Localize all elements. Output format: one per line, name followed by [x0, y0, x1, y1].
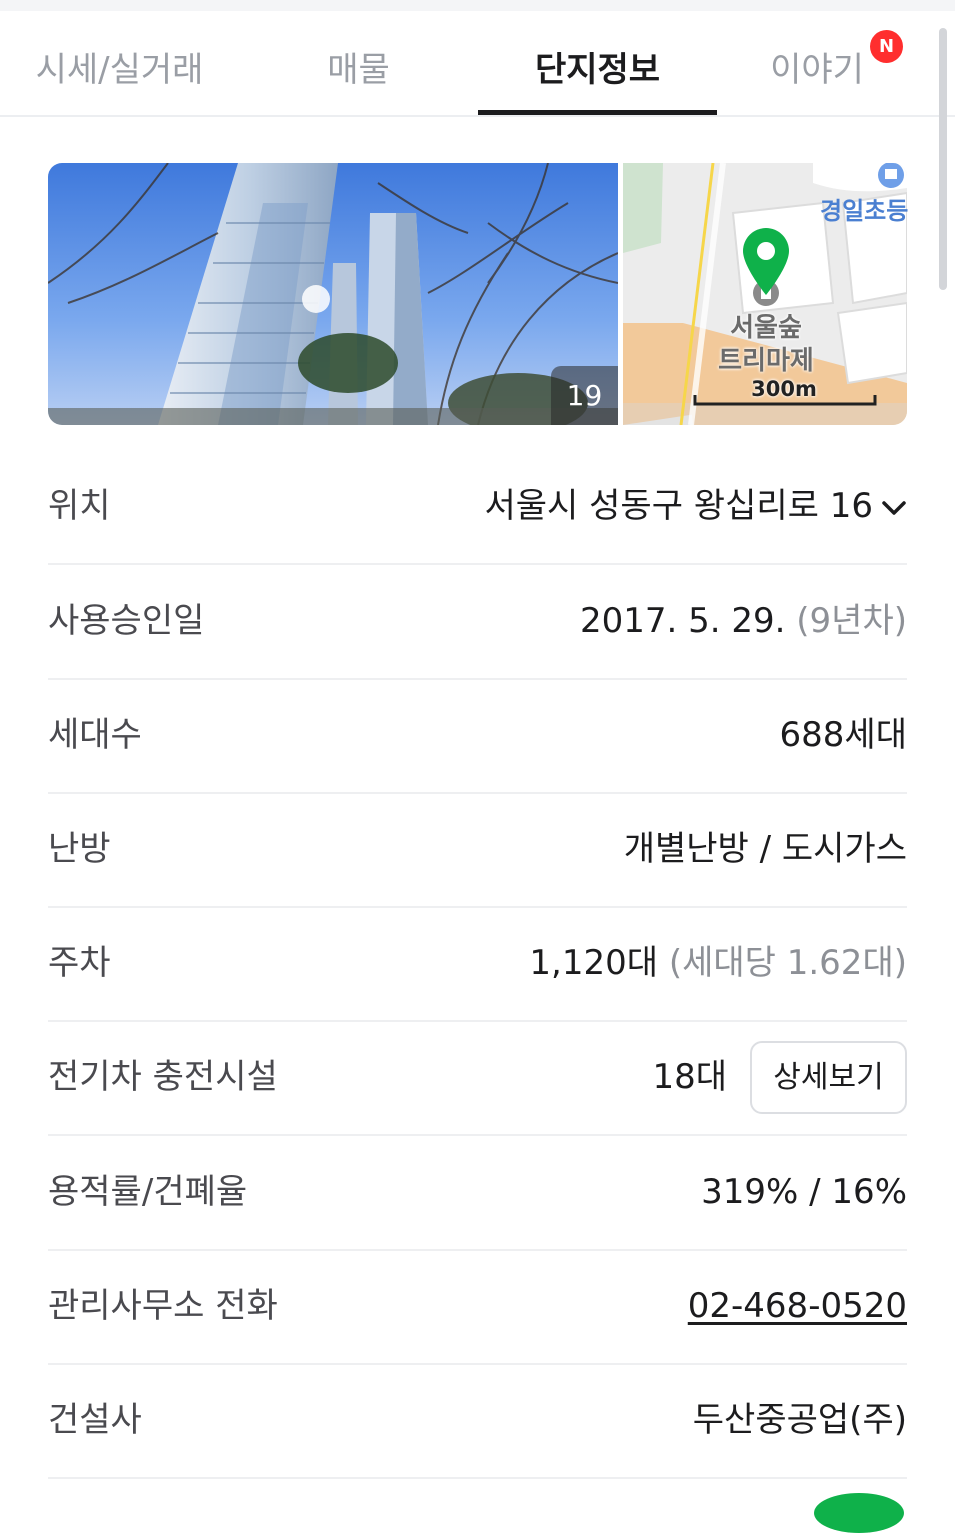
map-school-label: 경일초등	[820, 197, 909, 225]
info-row-heating: 난방 개별난방 / 도시가스	[48, 793, 907, 908]
office-phone-link[interactable]: 02-468-0520	[688, 1250, 907, 1363]
parking-per-household: (세대당 1.62대)	[668, 943, 907, 983]
builder-value: 두산중공업(주)	[692, 1400, 907, 1440]
new-badge: N	[870, 30, 903, 63]
info-row-location: 위치 서울시 성동구 왕십리로 16	[48, 450, 907, 565]
chevron-down-icon	[882, 500, 906, 515]
info-row-approval-date: 사용승인일 2017. 5. 29. (9년차)	[48, 565, 907, 680]
households-value: 688세대	[779, 715, 907, 755]
heating-label: 난방	[48, 829, 111, 869]
info-row-households: 세대수 688세대	[48, 679, 907, 794]
office-phone-label: 관리사무소 전화	[48, 1286, 278, 1326]
complex-photo[interactable]	[48, 163, 618, 425]
floating-action-button[interactable]	[814, 1493, 904, 1533]
tab-complex-info[interactable]: 단지정보	[478, 11, 717, 115]
parking-value: 1,120대 (세대당 1.62대)	[529, 943, 907, 983]
location-label: 위치	[48, 486, 111, 526]
scrollbar[interactable]	[939, 28, 947, 290]
top-strip	[0, 0, 955, 11]
ratio-value: 319% / 16%	[701, 1172, 907, 1212]
tab-price-history[interactable]: 시세/실거래	[0, 11, 239, 115]
approval-date-value: 2017. 5. 29. (9년차)	[579, 601, 907, 641]
households-label: 세대수	[48, 715, 142, 755]
tab-bar: 시세/실거래 매물 단지정보 이야기	[0, 11, 955, 117]
ratio-label: 용적률/건폐율	[48, 1172, 248, 1212]
tab-listings[interactable]: 매물	[239, 11, 478, 115]
builder-label: 건설사	[48, 1400, 142, 1440]
tab-stories[interactable]: 이야기	[717, 11, 917, 115]
info-row-office-phone: 관리사무소 전화 02-468-0520	[48, 1250, 907, 1365]
location-pin-icon	[743, 228, 789, 295]
location-text: 서울시 성동구 왕십리로 16	[484, 486, 874, 526]
heating-value: 개별난방 / 도시가스	[623, 829, 907, 869]
map-place-label: 서울숲 트리마제	[718, 313, 814, 376]
ev-charging-label: 전기차 충전시설	[48, 1057, 278, 1097]
info-row-builder: 건설사 두산중공업(주)	[48, 1364, 907, 1479]
active-tab-indicator	[478, 110, 717, 115]
photo-count-badge[interactable]: 19	[551, 366, 618, 425]
parking-label: 주차	[48, 943, 111, 983]
apartment-photo-image	[48, 163, 618, 425]
info-row-floor-area-ratio: 용적률/건폐율 319% / 16%	[48, 1136, 907, 1251]
ev-detail-button[interactable]: 상세보기	[750, 1041, 907, 1114]
ev-charging-count: 18대	[652, 1057, 727, 1097]
building-age: (9년차)	[796, 601, 907, 641]
info-row-parking: 주차 1,120대 (세대당 1.62대)	[48, 907, 907, 1022]
map-scale-label: 300m	[751, 377, 817, 401]
approval-date-label: 사용승인일	[48, 601, 205, 641]
location-value[interactable]: 서울시 성동구 왕십리로 16	[485, 450, 908, 563]
info-row-ev-charging: 전기차 충전시설 18대 상세보기	[48, 1021, 907, 1136]
